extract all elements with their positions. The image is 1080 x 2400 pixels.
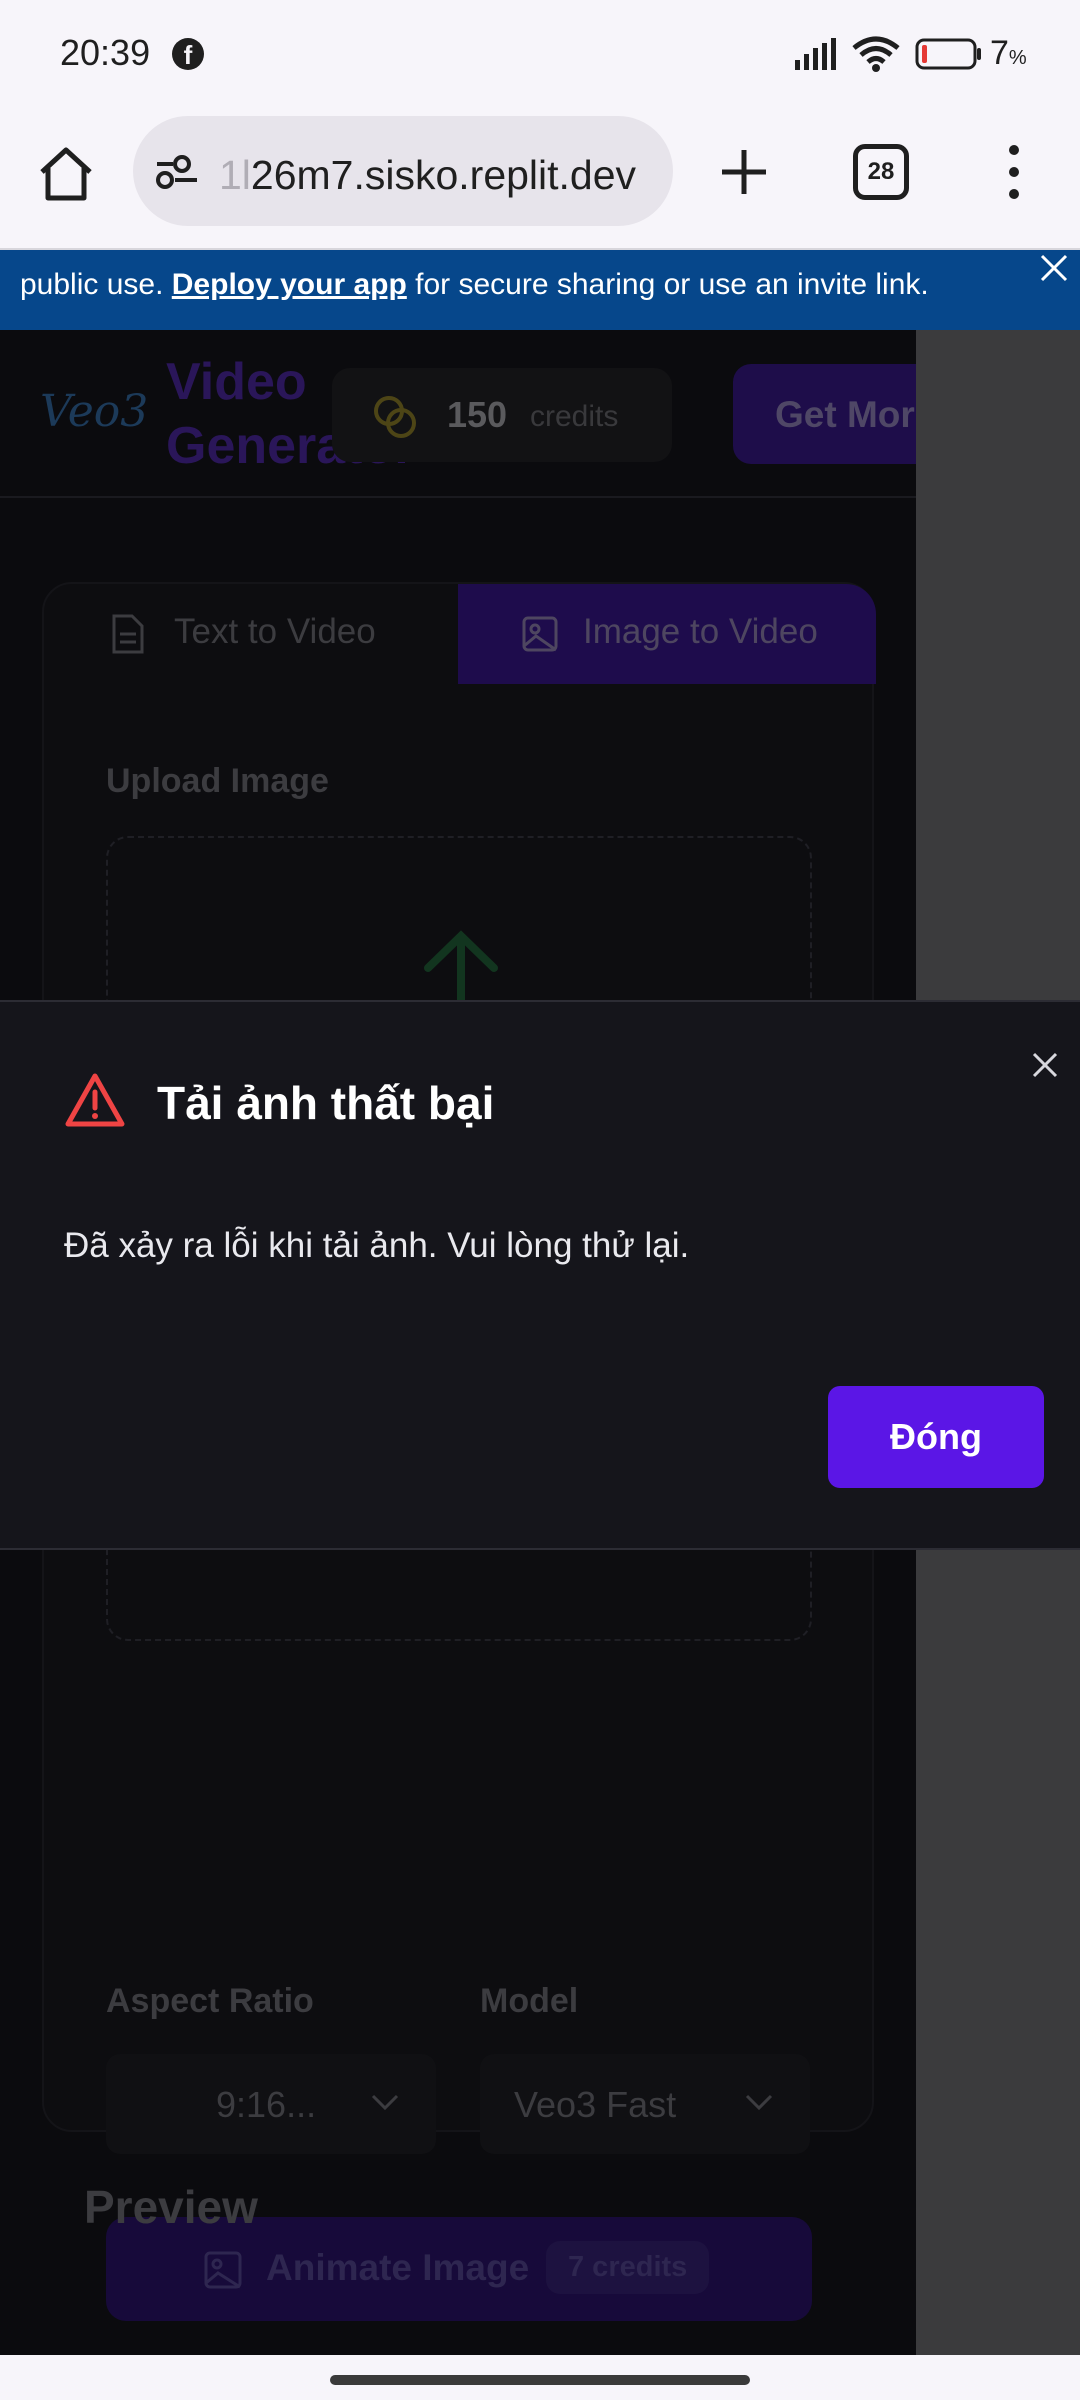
tab-image-to-video[interactable]: Image to Video [458,584,876,684]
animate-image-label: Animate Image [266,2247,530,2288]
coins-icon [374,396,416,438]
app-header: Veo3 Video Generator 150 credits Get Mor… [0,330,916,498]
model-value: Veo3 Fast [514,2084,677,2125]
gesture-handle[interactable] [330,2375,750,2385]
wifi-icon [852,36,900,72]
new-tab-icon[interactable] [712,140,776,204]
status-time: 20:39 [60,32,151,73]
veo3-logo: Veo3 [40,386,149,437]
battery-percentage: 7% [990,34,1027,72]
navigation-gesture-area [0,2355,1080,2400]
tab-switcher-button[interactable]: 28 [853,144,909,200]
preview-heading: Preview [84,2181,258,2233]
tab-label: Text to Video [174,612,376,651]
tab-text-to-video[interactable]: Text to Video [44,584,458,684]
more-menu-icon[interactable] [1000,140,1028,204]
status-bar: 20:39 f 7% [0,0,1080,110]
credits-value: 150 [447,394,508,435]
address-bar[interactable]: 1l26m7.sisko.replit.dev [133,116,673,226]
image-icon [522,616,558,652]
close-dialog-button[interactable]: Đóng [828,1386,1044,1488]
signal-icon [795,38,836,70]
chevron-down-icon [745,2094,773,2111]
dialog-message: Đã xảy ra lỗi khi tải ảnh. Vui lòng thử … [64,1226,690,1265]
banner-text: public use. Deploy your app for secure s… [20,268,929,301]
mode-tabs: Text to Video Image to Video [44,584,876,684]
banner-close-icon[interactable] [1036,250,1072,286]
aspect-ratio-label: Aspect Ratio [106,1982,314,2020]
error-dialog: Tải ảnh thất bại Đã xảy ra lỗi khi tải ả… [0,1000,1080,1550]
browser-toolbar: 1l26m7.sisko.replit.dev 28 [0,110,1080,250]
model-label: Model [480,1982,579,2020]
deploy-app-link[interactable]: Deploy your app [172,268,407,301]
tab-label: Image to Video [583,612,818,651]
home-icon[interactable] [34,142,98,206]
model-select[interactable]: Veo3 Fast [480,2054,810,2154]
aspect-ratio-value: 9:16... [216,2084,317,2125]
image-icon [204,2251,242,2289]
credits-balance: 150 credits [332,368,672,462]
battery-low-icon [915,38,981,70]
credits-unit: credits [530,400,619,433]
document-icon [112,614,144,654]
facebook-icon: f [172,38,204,70]
upload-image-label: Upload Image [106,762,329,800]
get-more-credits-button[interactable]: Get More Credits [733,364,916,464]
animate-cost-badge: 7 credits [546,2241,710,2294]
upload-arrow-icon [424,930,498,1008]
url-text: 1l26m7.sisko.replit.dev [219,152,637,198]
aspect-ratio-select[interactable]: 9:16... [106,2054,436,2154]
close-icon[interactable] [1030,1050,1060,1080]
site-settings-icon[interactable] [155,152,199,192]
warning-icon [65,1073,125,1127]
chevron-down-icon [371,2094,399,2111]
dev-preview-banner: public use. Deploy your app for secure s… [0,250,1080,330]
dialog-title: Tải ảnh thất bại [157,1077,495,1129]
